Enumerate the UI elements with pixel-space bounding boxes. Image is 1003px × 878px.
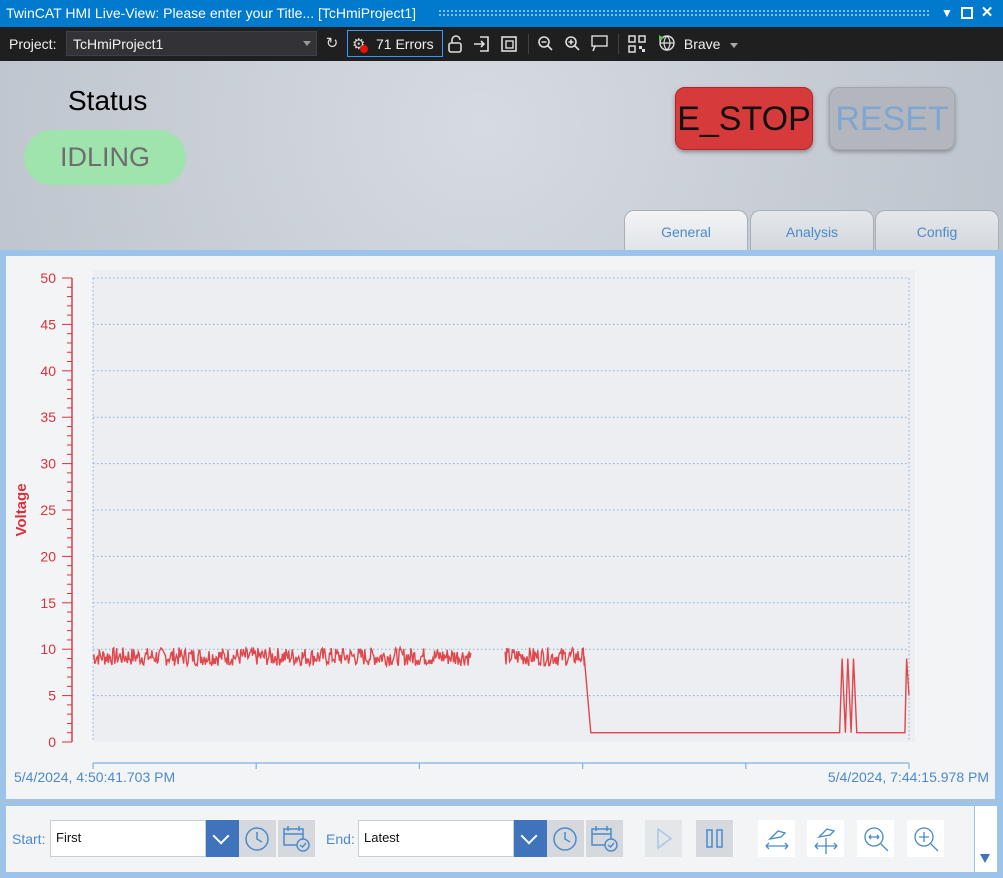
start-combo[interactable]: First (50, 820, 206, 857)
chart-start-time: 5/4/2024, 4:50:41.703 PM (14, 769, 176, 785)
zoom-xy-button[interactable] (907, 820, 944, 857)
live-view-toolbar: Project: TcHmiProject1 ↻ ⚙ 71 Errors Bra… (0, 27, 1003, 61)
end-combo-value: Latest (364, 830, 400, 845)
open-window-icon[interactable] (498, 33, 520, 55)
y-tick-label: 15 (40, 595, 56, 611)
chevron-down-icon[interactable]: ▼ (938, 4, 956, 22)
chevron-down-icon (730, 42, 739, 48)
start-combo-value: First (56, 830, 82, 845)
status-title: Status (68, 85, 148, 116)
y-tick-label: 50 (40, 270, 56, 286)
toolbar-separator (618, 34, 619, 54)
arrow-down-icon (980, 854, 990, 863)
y-tick-label: 25 (40, 502, 56, 518)
end-calendar-button[interactable] (586, 820, 623, 857)
title-grip[interactable] (438, 9, 930, 17)
y-axis: 0 5 10 15 20 25 30 35 40 45 50 (40, 270, 73, 750)
refresh-icon[interactable]: ↻ (321, 33, 343, 55)
project-select[interactable]: TcHmiProject1 (66, 31, 317, 56)
unlock-icon[interactable] (445, 33, 467, 55)
close-icon[interactable]: ✕ (978, 4, 996, 22)
chevron-down-icon (303, 41, 311, 46)
chevron-down-icon (520, 827, 538, 845)
pan-horizontal-icon (765, 830, 789, 850)
plot-background (93, 270, 915, 742)
tab-analysis[interactable]: Analysis (750, 210, 874, 250)
clock-icon (245, 827, 269, 851)
chart-controls: Start: First End: Latest (6, 806, 974, 872)
start-clock-button[interactable] (239, 820, 276, 857)
end-dropdown-button[interactable] (514, 820, 547, 857)
y-tick-label: 45 (40, 316, 56, 332)
start-label: Start: (12, 831, 46, 847)
sign-in-icon[interactable] (471, 33, 493, 55)
trend-chart-svg: 0 5 10 15 20 25 30 35 40 45 50 Voltage (13, 270, 915, 769)
project-select-value: TcHmiProject1 (73, 36, 164, 52)
y-tick-label: 5 (48, 688, 56, 704)
globe-icon (659, 35, 675, 51)
start-dropdown-button[interactable] (206, 820, 239, 857)
zoom-in-icon[interactable] (562, 33, 584, 55)
errors-count: 71 Errors (376, 36, 434, 52)
play-icon (657, 827, 673, 850)
window-title: TwinCAT HMI Live-View: Please enter your… (6, 5, 417, 21)
y-tick-label: 40 (40, 363, 56, 379)
calendar-icon (591, 826, 618, 852)
maximize-icon[interactable] (958, 4, 976, 22)
pan-xy-button[interactable] (807, 820, 844, 857)
project-label: Project: (9, 36, 57, 52)
tab-general[interactable]: General (624, 210, 748, 250)
zoom-both-icon (914, 827, 939, 852)
chart-grid (92, 270, 915, 742)
pan-x-button[interactable] (758, 820, 795, 857)
window-title-bar: TwinCAT HMI Live-View: Please enter your… (0, 0, 1003, 27)
end-clock-button[interactable] (547, 820, 584, 857)
zoom-out-icon[interactable] (535, 33, 557, 55)
toolbar-separator (528, 34, 529, 54)
zoom-horizontal-icon (864, 827, 889, 852)
status-badge: IDLING (24, 130, 186, 185)
calendar-icon (283, 826, 310, 852)
errors-button[interactable]: ⚙ 71 Errors (347, 30, 443, 57)
end-combo[interactable]: Latest (358, 820, 514, 857)
browser-label: Brave (683, 36, 721, 52)
chart-controls-frame: Start: First End: Latest (0, 802, 1003, 878)
chevron-down-icon (212, 827, 230, 845)
qr-code-icon[interactable] (626, 33, 648, 55)
clock-icon (553, 827, 577, 851)
browser-select[interactable]: Brave (658, 34, 739, 52)
end-label: End: (326, 831, 355, 847)
y-tick-label: 35 (40, 409, 56, 425)
reset-button[interactable]: RESET (829, 87, 955, 150)
scroll-down-button[interactable] (975, 806, 997, 872)
chart-end-time: 5/4/2024, 7:44:15.978 PM (827, 769, 989, 785)
y-tick-label: 0 (48, 734, 56, 750)
hmi-canvas: Status IDLING E_STOP RESET General Analy… (0, 61, 1003, 878)
estop-button[interactable]: E_STOP (675, 87, 813, 150)
pause-button[interactable] (696, 820, 733, 857)
y-tick-label: 20 (40, 548, 56, 564)
chart-frame: 0 5 10 15 20 25 30 35 40 45 50 Voltage 5/4/2024, 4… (0, 250, 1003, 801)
x-axis (92, 762, 910, 769)
trend-chart[interactable]: 0 5 10 15 20 25 30 35 40 45 50 Voltage 5/4/2024, 4… (6, 256, 995, 799)
pan-both-icon (814, 828, 838, 854)
start-calendar-button[interactable] (278, 820, 315, 857)
play-button[interactable] (645, 820, 682, 857)
y-tick-label: 10 (40, 641, 56, 657)
zoom-x-button[interactable] (857, 820, 894, 857)
pause-icon (706, 829, 723, 848)
zoom-reset-icon[interactable] (589, 33, 611, 55)
y-axis-label: Voltage (13, 483, 30, 536)
gear-error-icon: ⚙ (352, 35, 369, 53)
y-tick-label: 30 (40, 456, 56, 472)
tab-config[interactable]: Config (875, 210, 999, 250)
